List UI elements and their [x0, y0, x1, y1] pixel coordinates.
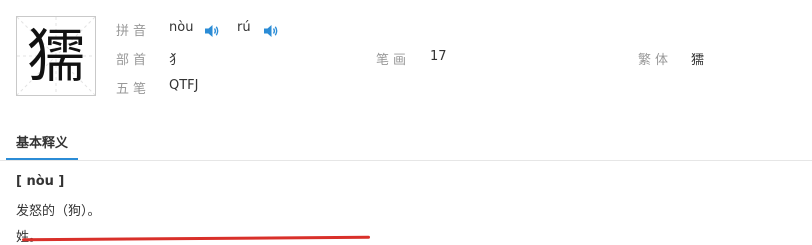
pinyin-reading-2: rú	[237, 20, 251, 35]
tab-bar: 基本释义	[0, 130, 812, 161]
speaker-icon-svg	[205, 25, 219, 37]
traditional-label: 繁体	[638, 53, 673, 68]
radical-label: 部首	[116, 53, 151, 68]
annotation-underline	[21, 235, 371, 242]
speaker-icon[interactable]	[204, 23, 220, 37]
definition-pronunciation: [ nòu ]	[16, 174, 65, 189]
speaker-icon-svg	[264, 25, 278, 37]
speaker-icon[interactable]	[263, 23, 279, 37]
wubi-value: QTFJ	[169, 78, 199, 93]
traditional-value: 獳	[691, 53, 705, 68]
tab-basic-definition[interactable]: 基本释义	[6, 130, 79, 160]
character-glyph: 獳	[26, 22, 85, 90]
definition-item: 姓。	[16, 226, 42, 245]
character-box: 獳	[16, 16, 96, 96]
pinyin-label: 拼音	[116, 24, 151, 39]
radical-value: 犭	[169, 53, 183, 68]
pinyin-reading-1: nòu	[169, 20, 194, 35]
strokes-label: 笔画	[376, 53, 411, 68]
strokes-value: 17	[430, 49, 447, 64]
wubi-label: 五笔	[116, 82, 151, 97]
definition-item: 发怒的（狗）。	[16, 204, 101, 219]
